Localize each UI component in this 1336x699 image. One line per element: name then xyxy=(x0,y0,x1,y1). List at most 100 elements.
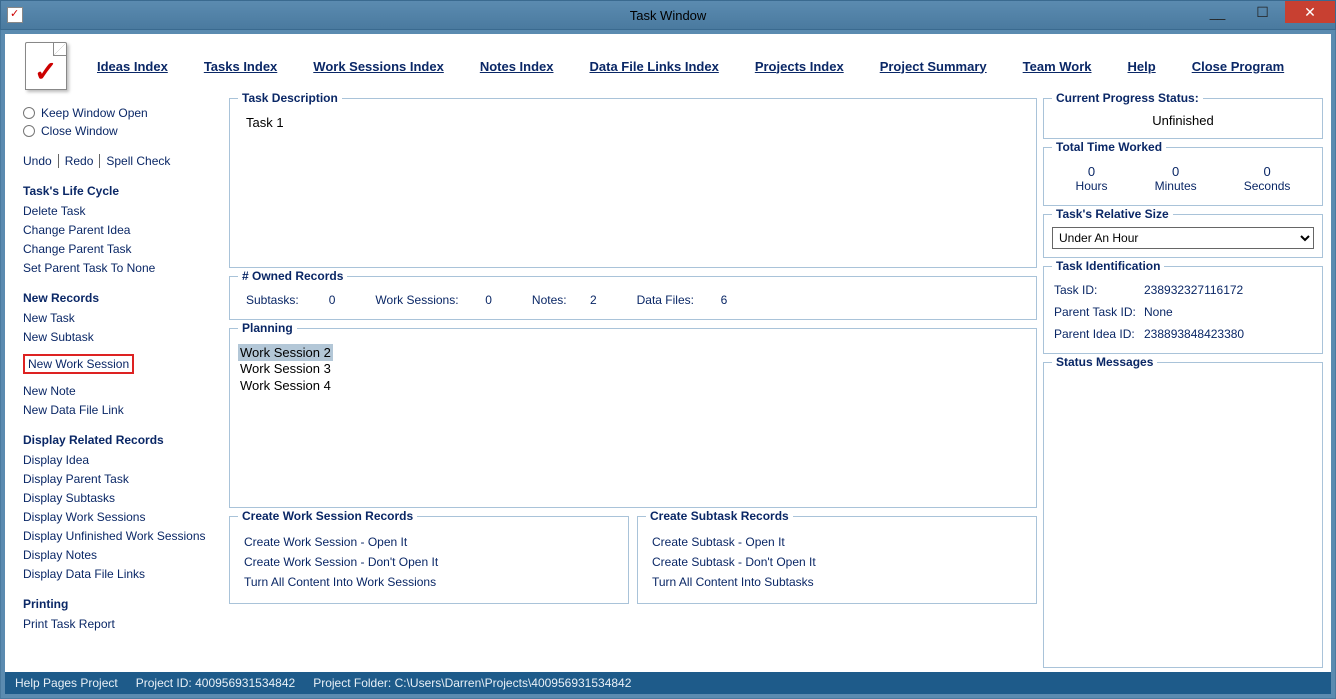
link-create-subtask-open[interactable]: Create Subtask - Open It xyxy=(652,535,1022,549)
fieldset-relative-size: Task's Relative Size Under An Hour xyxy=(1043,214,1323,258)
redo-link[interactable]: Redo xyxy=(65,154,94,168)
radio-label: Keep Window Open xyxy=(41,106,148,120)
status-project-id: Project ID: 400956931534842 xyxy=(136,676,295,690)
planning-item[interactable]: Work Session 2 xyxy=(238,344,333,361)
center-panel: Task Description Task 1 # Owned Records … xyxy=(229,98,1037,668)
link-change-parent-idea[interactable]: Change Parent Idea xyxy=(23,223,219,237)
fieldset-create-subtask: Create Subtask Records Create Subtask - … xyxy=(637,516,1037,604)
link-turn-all-subtasks[interactable]: Turn All Content Into Subtasks xyxy=(652,575,1022,589)
menu-notes-index[interactable]: Notes Index xyxy=(480,59,554,74)
planning-item[interactable]: Work Session 4 xyxy=(238,377,1028,394)
logo-icon xyxy=(25,42,67,90)
val-task-id: 238932327116172 xyxy=(1144,283,1243,297)
link-create-subtask-dont-open[interactable]: Create Subtask - Don't Open It xyxy=(652,555,1022,569)
titlebar: Task Window __ ☐ ✕ xyxy=(0,0,1336,30)
link-new-data-file-link[interactable]: New Data File Link xyxy=(23,403,219,417)
lbl-work-sessions: Work Sessions: xyxy=(375,293,458,307)
status-help-pages[interactable]: Help Pages Project xyxy=(15,676,118,690)
legend-task-description: Task Description xyxy=(238,91,342,105)
right-panel: Current Progress Status: Unfinished Tota… xyxy=(1043,98,1323,668)
link-delete-task[interactable]: Delete Task xyxy=(23,204,219,218)
legend-owned-records: # Owned Records xyxy=(238,269,347,283)
seconds-value: 0 xyxy=(1244,164,1291,179)
app-icon xyxy=(7,7,23,23)
undo-link[interactable]: Undo xyxy=(23,154,52,168)
planning-item[interactable]: Work Session 3 xyxy=(238,360,1028,377)
menu-project-summary[interactable]: Project Summary xyxy=(880,59,987,74)
hours-label: Hours xyxy=(1076,179,1108,193)
fieldset-total-time: Total Time Worked 0Hours 0Minutes 0Secon… xyxy=(1043,147,1323,206)
menu-help[interactable]: Help xyxy=(1128,59,1156,74)
window-buttons: __ ☐ ✕ xyxy=(1195,1,1335,23)
link-display-subtasks[interactable]: Display Subtasks xyxy=(23,491,219,505)
minutes-value: 0 xyxy=(1155,164,1197,179)
relative-size-select[interactable]: Under An Hour xyxy=(1052,227,1314,249)
link-display-parent-task[interactable]: Display Parent Task xyxy=(23,472,219,486)
section-new-records: New Records xyxy=(23,291,219,305)
lbl-parent-idea-id: Parent Idea ID: xyxy=(1054,327,1144,341)
link-new-subtask[interactable]: New Subtask xyxy=(23,330,219,344)
menu-tasks-index[interactable]: Tasks Index xyxy=(204,59,277,74)
statusbar: Help Pages Project Project ID: 400956931… xyxy=(5,672,1331,694)
link-set-parent-none[interactable]: Set Parent Task To None xyxy=(23,261,219,275)
link-print-task-report[interactable]: Print Task Report xyxy=(23,617,219,631)
undo-redo-bar: Undo Redo Spell Check xyxy=(23,154,219,168)
lbl-notes: Notes: xyxy=(532,293,567,307)
link-display-data-file-links[interactable]: Display Data File Links xyxy=(23,567,219,581)
sidebar: Keep Window Open Close Window Undo Redo … xyxy=(13,98,223,668)
lbl-subtasks: Subtasks: xyxy=(246,293,299,307)
link-turn-all-ws[interactable]: Turn All Content Into Work Sessions xyxy=(244,575,614,589)
seconds-label: Seconds xyxy=(1244,179,1291,193)
link-display-notes[interactable]: Display Notes xyxy=(23,548,219,562)
close-button[interactable]: ✕ xyxy=(1285,1,1335,23)
task-description-text[interactable]: Task 1 xyxy=(238,111,1028,134)
fieldset-task-description: Task Description Task 1 xyxy=(229,98,1037,268)
val-data-files: 6 xyxy=(721,293,728,307)
section-life-cycle: Task's Life Cycle xyxy=(23,184,219,198)
maximize-button[interactable]: ☐ xyxy=(1240,1,1285,23)
minimize-button[interactable]: __ xyxy=(1195,1,1240,23)
radio-close-window[interactable]: Close Window xyxy=(23,124,219,138)
menubar: Ideas Index Tasks Index Work Sessions In… xyxy=(97,59,1284,74)
fieldset-progress-status: Current Progress Status: Unfinished xyxy=(1043,98,1323,139)
link-create-ws-dont-open[interactable]: Create Work Session - Don't Open It xyxy=(244,555,614,569)
menu-team-work[interactable]: Team Work xyxy=(1023,59,1092,74)
menu-projects-index[interactable]: Projects Index xyxy=(755,59,844,74)
link-display-idea[interactable]: Display Idea xyxy=(23,453,219,467)
fieldset-task-identification: Task Identification Task ID:238932327116… xyxy=(1043,266,1323,354)
link-new-work-session[interactable]: New Work Session xyxy=(23,354,134,374)
legend-relative-size: Task's Relative Size xyxy=(1052,207,1173,221)
menu-close-program[interactable]: Close Program xyxy=(1192,59,1284,74)
section-printing: Printing xyxy=(23,597,219,611)
legend-create-subtask: Create Subtask Records xyxy=(646,509,793,523)
legend-create-ws: Create Work Session Records xyxy=(238,509,417,523)
link-new-note[interactable]: New Note xyxy=(23,384,219,398)
spellcheck-link[interactable]: Spell Check xyxy=(106,154,170,168)
fieldset-create-ws: Create Work Session Records Create Work … xyxy=(229,516,629,604)
legend-status-messages: Status Messages xyxy=(1052,355,1157,369)
link-new-task[interactable]: New Task xyxy=(23,311,219,325)
val-parent-task-id: None xyxy=(1144,305,1173,319)
fieldset-status-messages: Status Messages xyxy=(1043,362,1323,668)
hours-value: 0 xyxy=(1076,164,1108,179)
link-create-ws-open[interactable]: Create Work Session - Open It xyxy=(244,535,614,549)
menu-work-sessions-index[interactable]: Work Sessions Index xyxy=(313,59,444,74)
owned-records-row: Subtasks: 0 Work Sessions: 0 Notes: 2 Da… xyxy=(238,289,1028,311)
menu-data-file-links-index[interactable]: Data File Links Index xyxy=(590,59,719,74)
radio-keep-window-open[interactable]: Keep Window Open xyxy=(23,106,219,120)
status-project-folder: Project Folder: C:\Users\Darren\Projects… xyxy=(313,676,631,690)
link-change-parent-task[interactable]: Change Parent Task xyxy=(23,242,219,256)
menu-ideas-index[interactable]: Ideas Index xyxy=(97,59,168,74)
val-parent-idea-id: 238893848423380 xyxy=(1144,327,1244,341)
main-area: Keep Window Open Close Window Undo Redo … xyxy=(5,98,1331,672)
planning-list[interactable]: Work Session 2 Work Session 3 Work Sessi… xyxy=(238,341,1028,398)
lbl-parent-task-id: Parent Task ID: xyxy=(1054,305,1144,319)
val-notes: 2 xyxy=(590,293,597,307)
link-display-work-sessions[interactable]: Display Work Sessions xyxy=(23,510,219,524)
fieldset-owned-records: # Owned Records Subtasks: 0 Work Session… xyxy=(229,276,1037,320)
legend-progress-status: Current Progress Status: xyxy=(1052,91,1203,105)
fieldset-planning: Planning Work Session 2 Work Session 3 W… xyxy=(229,328,1037,508)
link-display-unfinished-ws[interactable]: Display Unfinished Work Sessions xyxy=(23,529,219,543)
progress-status-value: Unfinished xyxy=(1052,113,1314,128)
lbl-data-files: Data Files: xyxy=(637,293,694,307)
